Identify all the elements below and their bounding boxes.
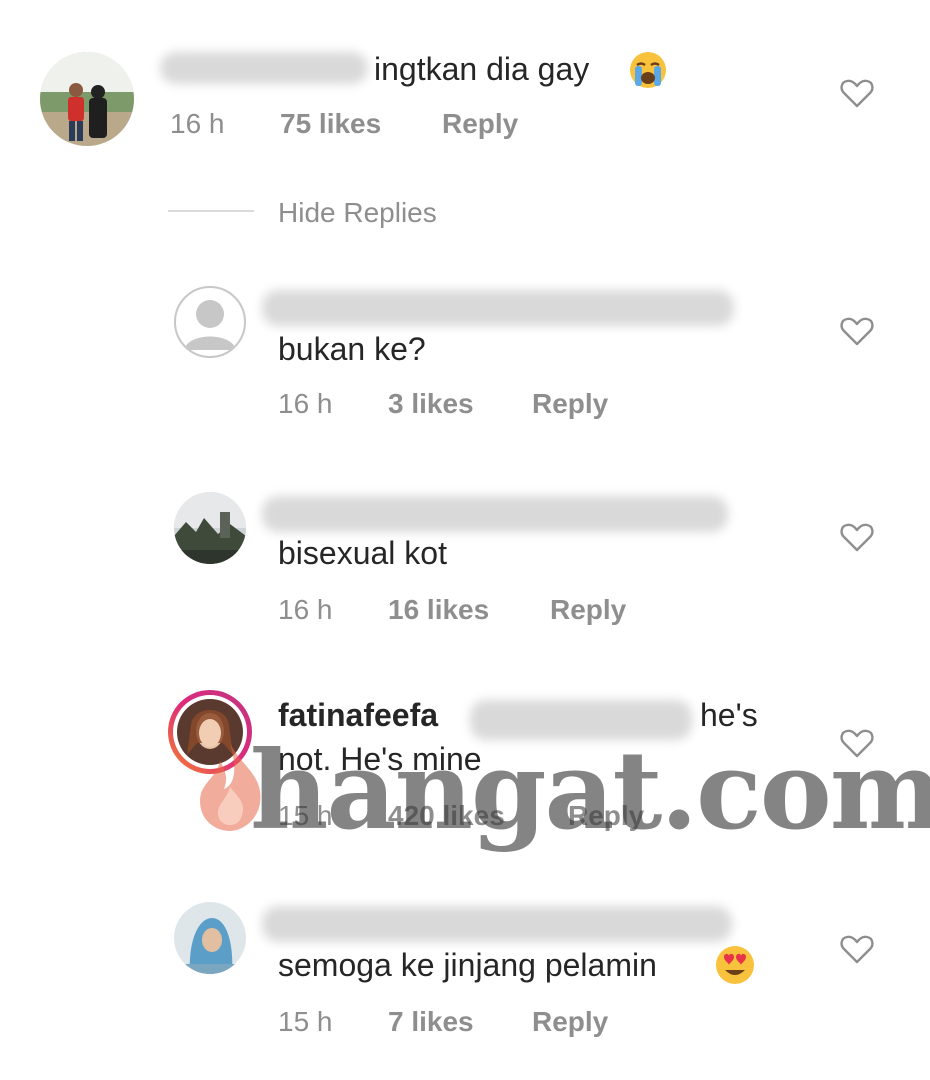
comment-time: 16 h xyxy=(278,594,333,625)
loudly-crying-face-emoji xyxy=(630,52,666,88)
avatar[interactable] xyxy=(174,286,246,358)
avatar[interactable] xyxy=(174,902,246,974)
replies-divider xyxy=(168,210,254,212)
likes-button[interactable]: 7 likes xyxy=(388,1006,474,1038)
comment-text: semoga ke jinjang pelamin xyxy=(278,947,657,983)
hide-replies-button[interactable]: Hide Replies xyxy=(278,197,437,229)
redacted-username xyxy=(160,52,368,84)
reply-label[interactable]: Reply xyxy=(442,108,518,139)
avatar xyxy=(173,695,247,769)
reply-button[interactable]: Reply xyxy=(442,108,518,140)
reply-label[interactable]: Reply xyxy=(532,1006,608,1037)
likes-count[interactable]: 7 likes xyxy=(388,1006,474,1037)
avatar-photo xyxy=(174,492,246,564)
reply-button[interactable]: Reply xyxy=(532,1006,608,1038)
heart-outline-icon[interactable] xyxy=(840,934,874,964)
likes-button[interactable]: 16 likes xyxy=(388,594,489,626)
redacted-username xyxy=(262,496,728,532)
avatar-photo xyxy=(40,52,134,146)
story-ring-avatar[interactable] xyxy=(168,690,252,774)
heart-outline-icon[interactable] xyxy=(840,522,874,552)
avatar[interactable] xyxy=(40,52,134,146)
avatar-photo xyxy=(177,699,243,765)
reply-label[interactable]: Reply xyxy=(532,388,608,419)
reply-button[interactable]: Reply xyxy=(550,594,626,626)
avatar[interactable] xyxy=(174,492,246,564)
comment-text: bukan ke? xyxy=(278,331,426,367)
default-avatar-icon xyxy=(184,300,236,350)
reply-button[interactable]: Reply xyxy=(532,388,608,420)
comment-text: ingtkan dia gay xyxy=(374,51,590,87)
comment-time: 16 h xyxy=(170,108,225,139)
comment-time: 16 h xyxy=(278,388,333,419)
watermark-text: hangat.com xyxy=(250,728,930,854)
smiling-face-with-heart-eyes-emoji xyxy=(716,946,754,984)
heart-outline-icon[interactable] xyxy=(840,78,874,108)
likes-button[interactable]: 3 likes xyxy=(388,388,474,420)
redacted-username xyxy=(262,906,732,942)
redacted-username xyxy=(262,290,734,326)
likes-count[interactable]: 75 likes xyxy=(280,108,381,139)
likes-count[interactable]: 16 likes xyxy=(388,594,489,625)
likes-button[interactable]: 75 likes xyxy=(280,108,381,140)
comment-time: 15 h xyxy=(278,1006,333,1037)
comment-meta: 16 h xyxy=(170,108,225,140)
comment-text: bisexual kot xyxy=(278,535,447,571)
avatar-photo xyxy=(174,902,246,974)
reply-label[interactable]: Reply xyxy=(550,594,626,625)
heart-outline-icon[interactable] xyxy=(840,316,874,346)
likes-count[interactable]: 3 likes xyxy=(388,388,474,419)
